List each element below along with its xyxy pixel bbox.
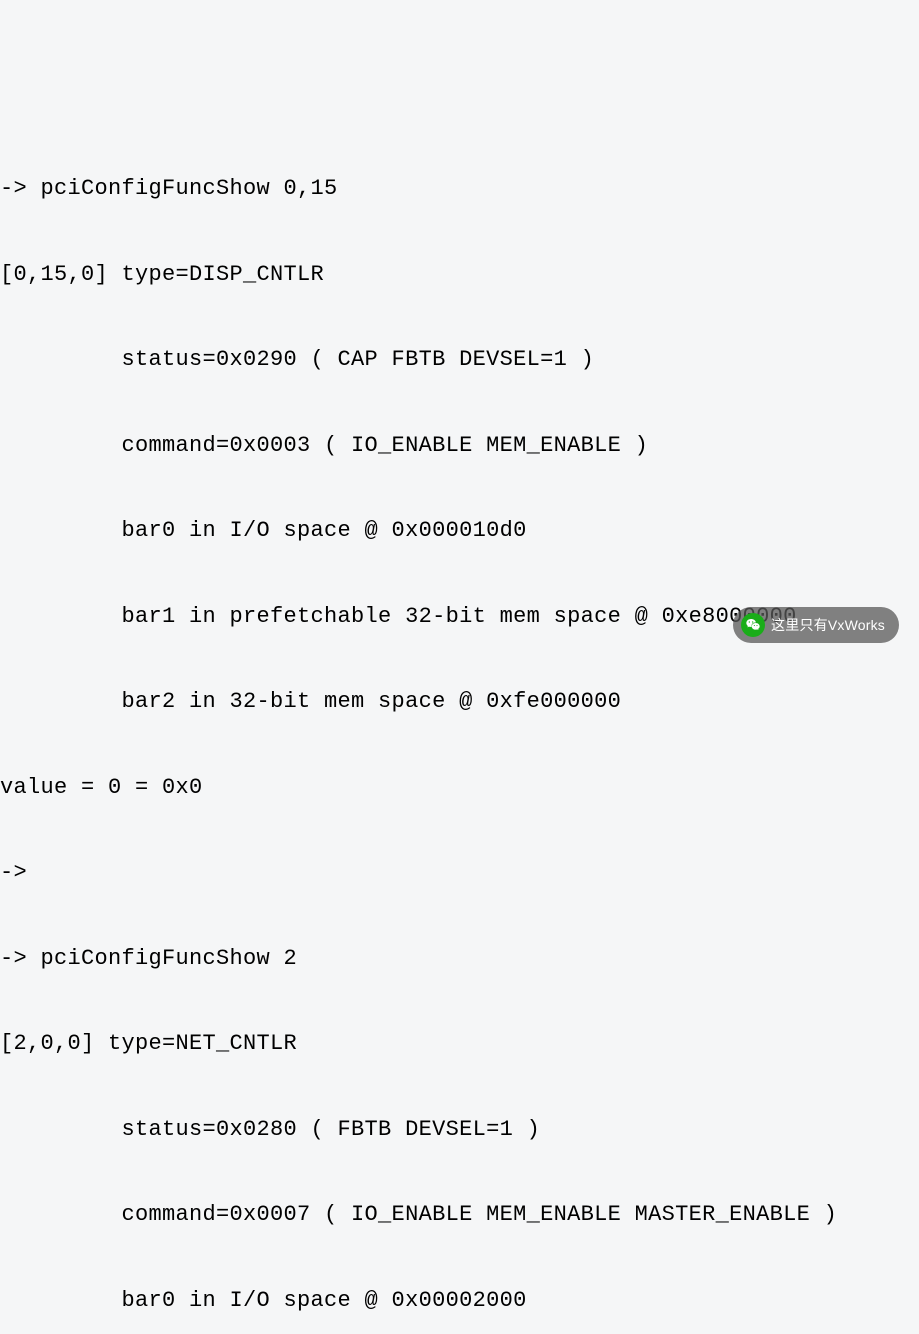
- terminal-line: bar0 in I/O space @ 0x000010d0: [0, 517, 919, 546]
- terminal-line: [0,15,0] type=DISP_CNTLR: [0, 261, 919, 290]
- terminal-line: command=0x0003 ( IO_ENABLE MEM_ENABLE ): [0, 432, 919, 461]
- terminal-line: ->: [0, 859, 919, 888]
- terminal-line: bar0 in I/O space @ 0x00002000: [0, 1287, 919, 1316]
- terminal-line: status=0x0280 ( FBTB DEVSEL=1 ): [0, 1116, 919, 1145]
- terminal-line: [2,0,0] type=NET_CNTLR: [0, 1030, 919, 1059]
- terminal-line: status=0x0290 ( CAP FBTB DEVSEL=1 ): [0, 346, 919, 375]
- wechat-icon: [741, 613, 765, 637]
- terminal-output: -> pciConfigFuncShow 0,15 [0,15,0] type=…: [0, 118, 919, 1334]
- terminal-line: command=0x0007 ( IO_ENABLE MEM_ENABLE MA…: [0, 1201, 919, 1230]
- terminal-line: bar2 in 32-bit mem space @ 0xfe000000: [0, 688, 919, 717]
- terminal-line: -> pciConfigFuncShow 2: [0, 945, 919, 974]
- terminal-line: value = 0 = 0x0: [0, 774, 919, 803]
- watermark-text: 这里只有VxWorks: [771, 611, 885, 640]
- watermark-badge: 这里只有VxWorks: [733, 607, 899, 644]
- terminal-line: -> pciConfigFuncShow 0,15: [0, 175, 919, 204]
- wechat-icon-svg: [745, 617, 761, 633]
